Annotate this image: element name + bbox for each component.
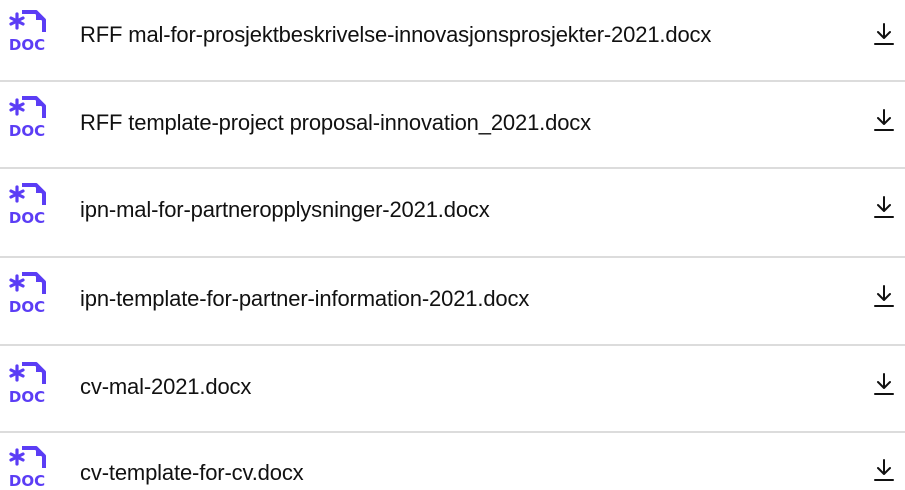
file-download-list: DOC RFF mal-for-prosjektbeskrivelse-inno… <box>0 0 905 490</box>
download-icon[interactable] <box>873 22 895 48</box>
svg-text:DOC: DOC <box>9 36 45 54</box>
doc-file-icon: DOC <box>9 362 46 406</box>
file-name-link[interactable]: cv-template-for-cv.docx <box>80 460 304 486</box>
svg-text:DOC: DOC <box>9 209 45 227</box>
svg-text:DOC: DOC <box>9 298 45 316</box>
file-row[interactable]: DOC RFF template-project proposal-innova… <box>0 82 905 169</box>
svg-text:DOC: DOC <box>9 388 45 406</box>
doc-file-icon: DOC <box>9 272 46 316</box>
file-name-link[interactable]: ipn-mal-for-partneropplysninger-2021.doc… <box>80 197 490 223</box>
file-row[interactable]: DOC cv-mal-2021.docx <box>0 346 905 433</box>
download-icon[interactable] <box>873 108 895 134</box>
download-icon[interactable] <box>873 195 895 221</box>
doc-file-icon: DOC <box>9 183 46 227</box>
file-name-link[interactable]: RFF mal-for-prosjektbeskrivelse-innovasj… <box>80 22 711 48</box>
svg-text:DOC: DOC <box>9 472 45 490</box>
doc-file-icon: DOC <box>9 10 46 54</box>
svg-text:DOC: DOC <box>9 122 45 140</box>
doc-file-icon: DOC <box>9 446 46 490</box>
download-icon[interactable] <box>873 372 895 398</box>
file-name-link[interactable]: ipn-template-for-partner-information-202… <box>80 286 529 312</box>
download-icon[interactable] <box>873 284 895 310</box>
file-row[interactable]: DOC ipn-template-for-partner-information… <box>0 258 905 345</box>
file-row[interactable]: DOC ipn-mal-for-partneropplysninger-2021… <box>0 169 905 256</box>
file-row[interactable]: DOC cv-template-for-cv.docx <box>0 433 905 490</box>
file-name-link[interactable]: cv-mal-2021.docx <box>80 374 251 400</box>
download-icon[interactable] <box>873 458 895 484</box>
file-row[interactable]: DOC RFF mal-for-prosjektbeskrivelse-inno… <box>0 0 905 77</box>
file-name-link[interactable]: RFF template-project proposal-innovation… <box>80 110 591 136</box>
doc-file-icon: DOC <box>9 96 46 140</box>
